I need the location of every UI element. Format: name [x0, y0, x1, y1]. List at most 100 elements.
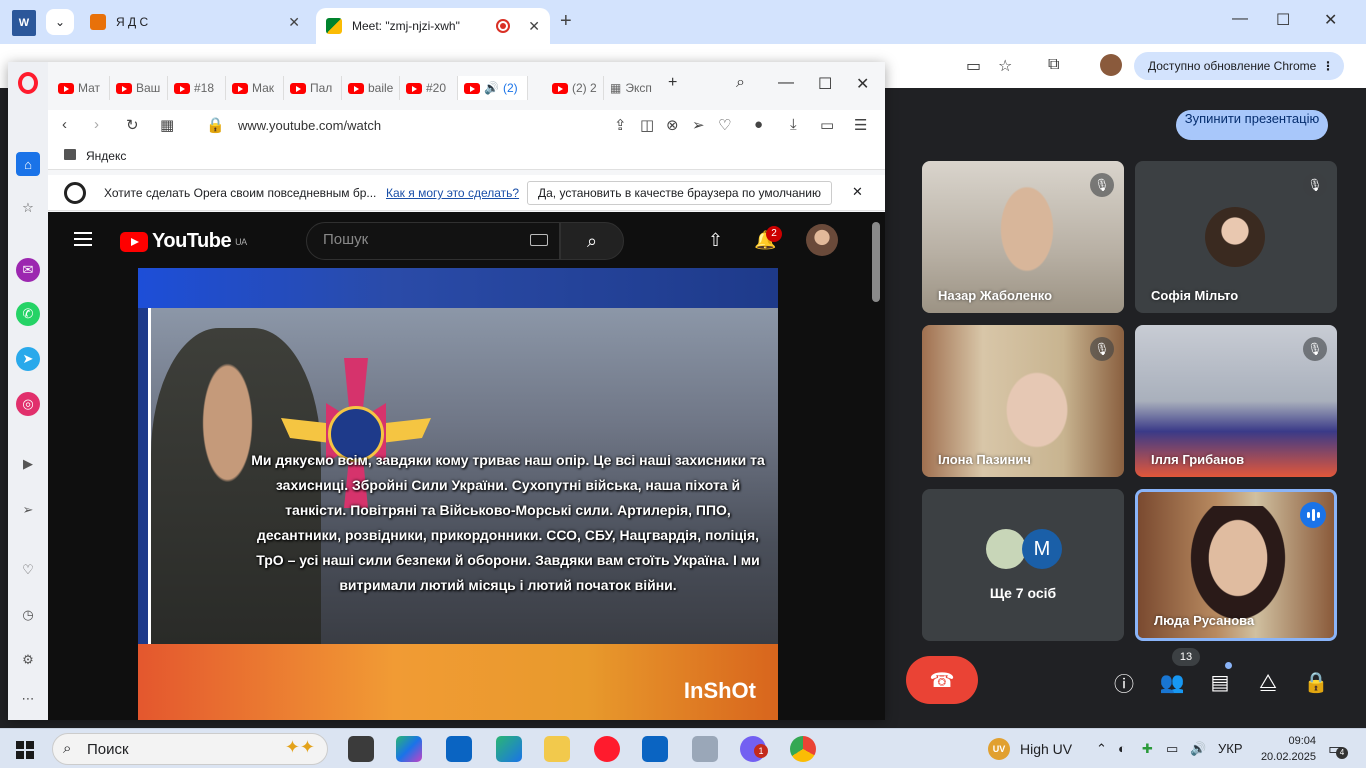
host-controls-icon[interactable]: 🔒: [1302, 668, 1330, 696]
chat-icon[interactable]: ▤: [1206, 668, 1234, 696]
minimize-button[interactable]: —: [778, 74, 794, 92]
opera-tab[interactable]: baile: [342, 76, 400, 100]
chevron-up-icon[interactable]: ⌃: [1096, 741, 1107, 757]
participant-tile[interactable]: 🎙 Ілля Грибанов: [1135, 325, 1337, 477]
store-icon[interactable]: [642, 736, 668, 762]
task-view-icon[interactable]: [348, 736, 374, 762]
search-button[interactable]: ⌕: [560, 222, 624, 260]
participant-tile[interactable]: 🎙 Ілона Пазинич: [922, 325, 1124, 477]
scrollbar-thumb[interactable]: [872, 222, 880, 302]
participant-tile[interactable]: 🎙 Софія Мільто: [1135, 161, 1337, 313]
opera-tab[interactable]: #18: [168, 76, 226, 100]
close-icon[interactable]: ✕: [528, 18, 540, 35]
profile-avatar[interactable]: [1100, 54, 1122, 76]
opera-tab[interactable]: ▦ Эксп: [604, 76, 662, 100]
url-input[interactable]: www.youtube.com/watch: [238, 118, 381, 133]
chrome-tab-meet[interactable]: Meet: "zmj-njzi-xwh" ✕: [316, 8, 550, 44]
maximize-button[interactable]: ☐: [1276, 10, 1290, 30]
account-icon[interactable]: ●: [754, 116, 763, 133]
info-icon[interactable]: ⓘ: [1110, 668, 1138, 696]
word-icon[interactable]: W: [12, 10, 36, 36]
start-button[interactable]: [16, 741, 34, 759]
star-icon[interactable]: ☆: [998, 56, 1012, 76]
weather-uv-badge[interactable]: UV: [988, 738, 1010, 760]
set-default-button[interactable]: Да, установить в качестве браузера по ум…: [527, 181, 832, 205]
back-icon[interactable]: ‹: [62, 116, 67, 133]
home-icon[interactable]: ⌂: [16, 152, 40, 176]
chrome-icon[interactable]: [790, 736, 816, 762]
youtube-logo[interactable]: YouTube UA: [120, 230, 247, 253]
weather-uv-text[interactable]: High UV: [1020, 741, 1072, 757]
opera-tab[interactable]: #20: [400, 76, 458, 100]
menu-icon[interactable]: [74, 232, 92, 246]
more-vert-icon[interactable]: ⋮: [1322, 59, 1334, 73]
tray-app-icon[interactable]: ◐: [1118, 741, 1126, 756]
close-icon[interactable]: ✕: [852, 184, 863, 200]
opera-tab[interactable]: Мак: [226, 76, 284, 100]
forward-icon[interactable]: ›: [94, 116, 99, 133]
keyboard-icon[interactable]: [530, 234, 548, 246]
search-input[interactable]: Пошук: [306, 222, 560, 260]
scrollbar[interactable]: [868, 212, 885, 720]
more-icon[interactable]: ⋯: [16, 687, 40, 711]
speed-dial-icon[interactable]: ▦: [160, 116, 174, 134]
extensions-icon[interactable]: ⧉: [1048, 56, 1059, 74]
opera-tab-active[interactable]: 🔊 (2): [458, 76, 528, 100]
history-icon[interactable]: ◷: [16, 603, 40, 627]
clock[interactable]: 09:04 20.02.2025: [1252, 733, 1316, 765]
close-window-button[interactable]: ✕: [1324, 10, 1337, 30]
snapshot-icon[interactable]: ◫: [640, 116, 654, 134]
opera-icon[interactable]: [594, 736, 620, 762]
heart-icon[interactable]: ♡: [718, 116, 731, 134]
chrome-tab-yads[interactable]: Я Д С ✕: [80, 8, 310, 36]
edge-icon[interactable]: [496, 736, 522, 762]
easy-setup-icon[interactable]: ☰: [854, 116, 867, 134]
app-icon[interactable]: [692, 736, 718, 762]
more-participants-tile[interactable]: M Ще 7 осіб: [922, 489, 1124, 641]
participant-tile[interactable]: 🎙 Назар Жаболенко: [922, 161, 1124, 313]
maximize-button[interactable]: ☐: [818, 74, 832, 94]
search-tabs-icon[interactable]: ⌕: [736, 74, 745, 92]
settings-icon[interactable]: ⚙: [16, 648, 40, 672]
messenger-icon[interactable]: ✉: [16, 258, 40, 282]
volume-icon[interactable]: 🔊: [1190, 741, 1206, 757]
close-icon[interactable]: ✕: [288, 14, 300, 31]
notifications-icon[interactable]: ▭4: [1328, 739, 1348, 759]
stop-presenting-button[interactable]: Зупинити презентацію: [1176, 110, 1328, 140]
input-language[interactable]: УКР: [1218, 741, 1243, 756]
telegram-icon[interactable]: ➤: [16, 347, 40, 371]
opera-logo-icon[interactable]: [18, 72, 38, 94]
avatar[interactable]: [806, 224, 838, 256]
instagram-icon[interactable]: ◎: [16, 392, 40, 416]
tab-search-button[interactable]: ⌄: [46, 9, 74, 35]
close-window-button[interactable]: ✕: [856, 74, 869, 94]
taskbar-search[interactable]: ⌕ Поиск ✦✦: [52, 733, 328, 765]
copilot-icon[interactable]: [396, 736, 422, 762]
participant-tile-speaking[interactable]: Люда Русанова: [1135, 489, 1337, 641]
tray-network-app-icon[interactable]: ✚: [1142, 741, 1153, 757]
opera-tab[interactable]: Мат: [52, 76, 110, 100]
opera-tab[interactable]: (2) 2: [546, 76, 604, 100]
reload-icon[interactable]: ↻: [126, 116, 139, 134]
file-explorer-icon[interactable]: [544, 736, 570, 762]
how-to-link[interactable]: Как я могу это сделать?: [386, 186, 519, 200]
heart-icon[interactable]: ♡: [16, 558, 40, 582]
battery-icon[interactable]: ▭: [820, 116, 834, 134]
new-tab-button[interactable]: +: [560, 10, 572, 33]
send-icon[interactable]: ➢: [692, 116, 705, 134]
chrome-update-button[interactable]: Доступно обновление Chrome ⋮: [1134, 52, 1344, 80]
share-icon[interactable]: ⇪: [614, 116, 627, 134]
player-icon[interactable]: ▶: [16, 452, 40, 476]
upload-icon[interactable]: ⇧: [708, 230, 723, 251]
activities-icon[interactable]: ⧋: [1254, 668, 1282, 696]
send-icon[interactable]: ➢: [16, 498, 40, 522]
opera-tab[interactable]: Ваш: [110, 76, 168, 100]
bookmark-yandex[interactable]: Яндекс: [86, 149, 126, 163]
new-tab-button[interactable]: +: [668, 74, 677, 92]
camera-icon[interactable]: ▭: [966, 56, 981, 76]
outlook-icon[interactable]: [446, 736, 472, 762]
whatsapp-icon[interactable]: ✆: [16, 302, 40, 326]
adblock-icon[interactable]: ⊗: [666, 116, 679, 134]
video-player[interactable]: Ми дякуємо всім, завдяки кому триває наш…: [138, 268, 778, 720]
opera-tab[interactable]: Пал: [284, 76, 342, 100]
